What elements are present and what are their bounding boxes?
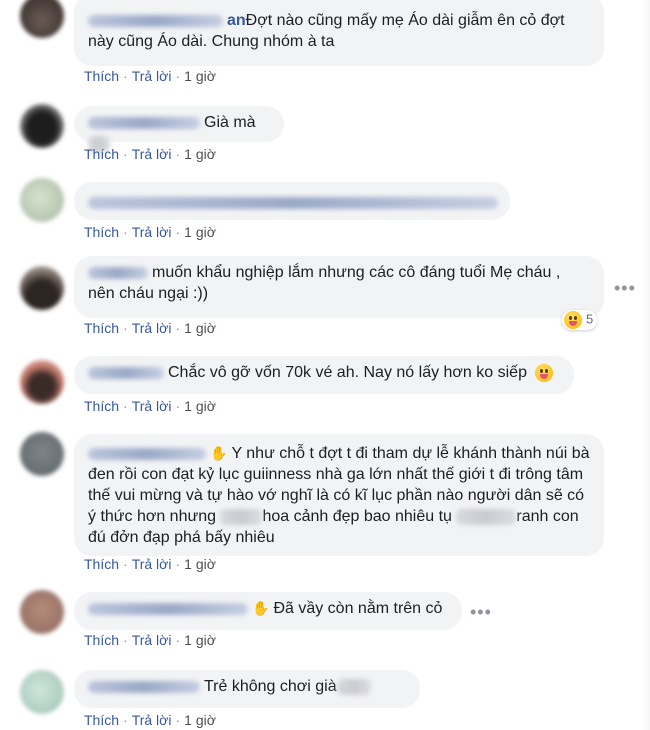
comment-actions: Thích · Trả lời · 1 giờ bbox=[84, 632, 216, 648]
reply-link[interactable]: Trả lời bbox=[132, 398, 172, 414]
commenter-avatar[interactable] bbox=[20, 104, 64, 148]
commenter-name[interactable] bbox=[88, 447, 206, 460]
commenter-name[interactable] bbox=[88, 14, 223, 27]
commenter-avatar[interactable] bbox=[20, 432, 64, 476]
more-options-icon[interactable]: ••• bbox=[470, 602, 492, 623]
reply-link[interactable]: Trả lời bbox=[132, 224, 172, 240]
comment-text: Đã vầy còn nằm trên cỏ bbox=[273, 600, 443, 617]
reply-link[interactable]: Trả lời bbox=[132, 556, 172, 572]
separator-dot: · bbox=[123, 68, 128, 84]
commenter-avatar[interactable] bbox=[20, 266, 64, 310]
commenter-avatar[interactable] bbox=[20, 670, 64, 714]
like-link[interactable]: Thích bbox=[84, 398, 119, 414]
timestamp[interactable]: 1 giờ bbox=[184, 320, 216, 336]
separator-dot: · bbox=[123, 632, 128, 648]
comment-text: Già mà bbox=[204, 114, 256, 131]
commenter-avatar[interactable] bbox=[20, 590, 64, 634]
timestamp[interactable]: 1 giờ bbox=[184, 398, 216, 414]
comment-actions: Thích · Trả lời · 1 giờ bbox=[84, 320, 216, 336]
timestamp[interactable]: 1 giờ bbox=[184, 68, 216, 84]
comment-text: Chắc vô gỡ vốn 70k vé ah. Nay nó lấy hơn… bbox=[168, 364, 527, 381]
comment-bubble: muốn khẩu nghiệp lắm nhưng các cô đáng t… bbox=[74, 256, 604, 318]
comment-text: Trẻ không chơi già bbox=[204, 678, 337, 695]
comment-actions: Thích · Trả lời · 1 giờ bbox=[84, 398, 216, 414]
scrollbar-track[interactable] bbox=[642, 0, 650, 730]
separator-dot: · bbox=[175, 712, 181, 728]
reply-link[interactable]: Trả lời bbox=[132, 68, 172, 84]
blurred-text bbox=[336, 678, 371, 695]
like-link[interactable]: Thích bbox=[84, 712, 119, 728]
commenter-avatar[interactable] bbox=[20, 178, 64, 222]
comment-bubble: anĐợt nào cũng mấy mẹ Áo dài giẫm ên cỏ … bbox=[74, 0, 604, 66]
comment-bubble bbox=[74, 182, 510, 220]
separator-dot: · bbox=[175, 556, 181, 572]
waving-hand-icon: ✋ bbox=[210, 445, 228, 461]
timestamp[interactable]: 1 giờ bbox=[184, 556, 216, 572]
separator-dot: · bbox=[175, 224, 181, 240]
separator-dot: · bbox=[123, 224, 128, 240]
like-link[interactable]: Thích bbox=[84, 556, 119, 572]
like-link[interactable]: Thích bbox=[84, 320, 119, 336]
commenter-name-tail[interactable]: an bbox=[227, 12, 246, 29]
separator-dot: · bbox=[175, 398, 181, 414]
commenter-name[interactable] bbox=[88, 366, 164, 379]
comment-actions: Thích · Trả lời · 1 giờ bbox=[84, 712, 216, 728]
separator-dot: · bbox=[175, 320, 181, 336]
comment-bubble: Già mà bbox=[74, 106, 284, 152]
comment-text-part-2: hoa cảnh đẹp bao nhiêu tụ bbox=[262, 508, 452, 525]
commenter-name[interactable] bbox=[88, 196, 498, 209]
comment-bubble: Chắc vô gỡ vốn 70k vé ah. Nay nó lấy hơn… bbox=[74, 356, 574, 394]
haha-emoji-icon bbox=[564, 311, 582, 329]
commenter-name[interactable] bbox=[88, 116, 200, 129]
reply-link[interactable]: Trả lời bbox=[132, 712, 172, 728]
reply-link[interactable]: Trả lời bbox=[132, 146, 172, 162]
tongue-out-emoji-icon bbox=[535, 363, 554, 382]
like-link[interactable]: Thích bbox=[84, 632, 119, 648]
separator-dot: · bbox=[123, 146, 128, 162]
separator-dot: · bbox=[175, 146, 181, 162]
reply-link[interactable]: Trả lời bbox=[132, 320, 172, 336]
separator-dot: · bbox=[123, 712, 128, 728]
reaction-count: 5 bbox=[586, 311, 594, 327]
like-link[interactable]: Thích bbox=[84, 224, 119, 240]
comment-bubble: Trẻ không chơi già bbox=[74, 670, 420, 708]
reaction-badge[interactable]: 5 bbox=[562, 310, 598, 330]
separator-dot: · bbox=[175, 68, 181, 84]
like-link[interactable]: Thích bbox=[84, 146, 119, 162]
reply-link[interactable]: Trả lời bbox=[132, 632, 172, 648]
comment-bubble: ✋ Đã vầy còn nằm trên cỏ bbox=[74, 592, 462, 630]
waving-hand-icon: ✋ bbox=[252, 600, 270, 616]
comment-actions: Thích · Trả lời · 1 giờ bbox=[84, 68, 216, 84]
like-link[interactable]: Thích bbox=[84, 68, 119, 84]
commenter-name[interactable] bbox=[88, 680, 200, 693]
separator-dot: · bbox=[123, 556, 128, 572]
blurred-text bbox=[456, 508, 517, 525]
separator-dot: · bbox=[175, 632, 181, 648]
comment-actions: Thích · Trả lời · 1 giờ bbox=[84, 224, 216, 240]
comment-bubble: ✋ Y như chỗ t đợt t đi tham dự lễ khánh t… bbox=[74, 434, 604, 556]
separator-dot: · bbox=[123, 398, 128, 414]
timestamp[interactable]: 1 giờ bbox=[184, 632, 216, 648]
commenter-avatar[interactable] bbox=[20, 0, 64, 38]
blurred-text bbox=[220, 508, 263, 525]
comment-actions: Thích · Trả lời · 1 giờ bbox=[84, 146, 216, 162]
commenter-avatar[interactable] bbox=[20, 360, 64, 404]
comment-actions: Thích · Trả lời · 1 giờ bbox=[84, 556, 216, 572]
comment-text: muốn khẩu nghiệp lắm nhưng các cô đáng t… bbox=[88, 264, 561, 302]
more-options-icon[interactable]: ••• bbox=[614, 278, 636, 299]
commenter-name[interactable] bbox=[88, 266, 148, 279]
timestamp[interactable]: 1 giờ bbox=[184, 712, 216, 728]
separator-dot: · bbox=[123, 320, 128, 336]
commenter-name[interactable] bbox=[88, 602, 248, 615]
timestamp[interactable]: 1 giờ bbox=[184, 224, 216, 240]
timestamp[interactable]: 1 giờ bbox=[184, 146, 216, 162]
